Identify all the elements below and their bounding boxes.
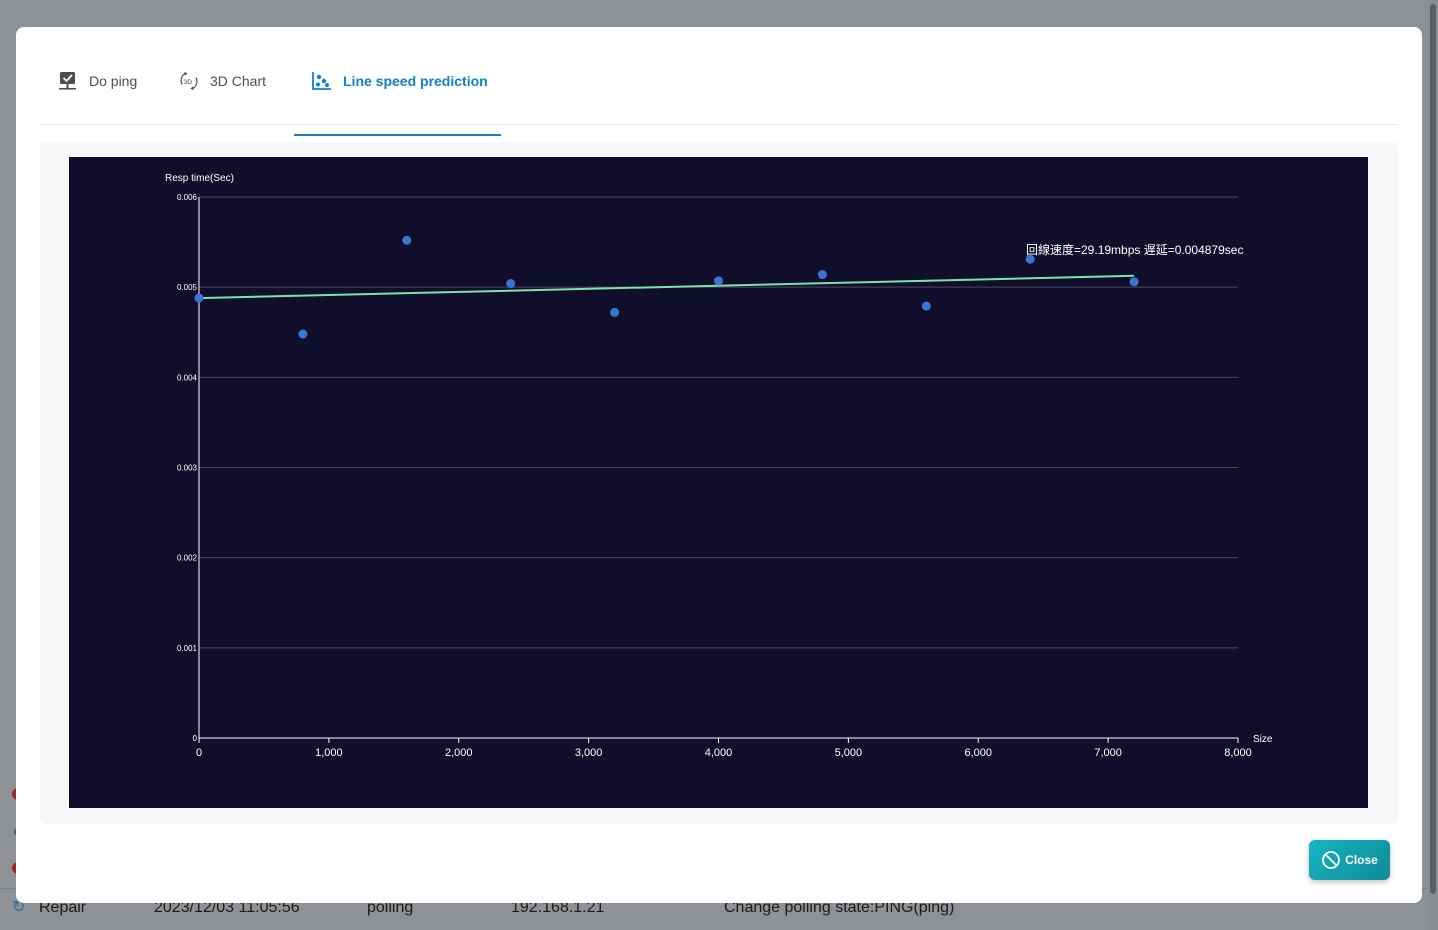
x-tick-label: 4,000 xyxy=(705,747,733,759)
data-point xyxy=(1129,277,1139,287)
ping-monitor-icon xyxy=(57,70,79,92)
y-tick-label: 0.005 xyxy=(177,283,198,292)
tab-bar: Do ping 3D 3D Chart Line speed predictio… xyxy=(40,55,1398,136)
y-tick-label: 0.004 xyxy=(177,373,198,382)
data-point xyxy=(714,276,723,286)
x-axis-label: Size xyxy=(1253,734,1273,745)
tab-label: Line speed prediction xyxy=(343,73,488,89)
y-tick-label: 0.003 xyxy=(177,464,198,473)
tab-3d-chart[interactable]: 3D 3D Chart xyxy=(178,55,266,107)
chart-svg: 0 0.001 0.002 0.003 0.004 0.005 0.006 0 1,000 2,0… xyxy=(165,173,1273,759)
y-tick-label: 0.001 xyxy=(177,644,198,653)
y-axis-label: Resp time(Sec) xyxy=(165,173,234,184)
data-point xyxy=(921,301,931,311)
3d-rotate-icon: 3D xyxy=(178,70,200,92)
line-speed-dialog: Do ping 3D 3D Chart Line speed predictio… xyxy=(16,27,1422,903)
y-tick-label: 0.006 xyxy=(177,193,198,202)
y-tick-label: 0 xyxy=(193,734,198,743)
close-label: Close xyxy=(1345,853,1378,867)
speed-annotation: 回線速度=29.19mbps 遅延=0.004879sec xyxy=(1026,242,1243,257)
data-point xyxy=(402,235,412,245)
data-point xyxy=(610,307,620,317)
x-tick-label: 0 xyxy=(196,747,202,759)
data-point xyxy=(506,279,516,289)
tab-line-speed-prediction[interactable]: Line speed prediction xyxy=(311,55,488,107)
tab-label: 3D Chart xyxy=(210,73,267,89)
tab-label: Do ping xyxy=(89,73,138,89)
data-point xyxy=(194,293,204,303)
x-tick-label: 7,000 xyxy=(1094,747,1122,759)
x-tick-label: 5,000 xyxy=(835,747,863,759)
x-tick-label: 6,000 xyxy=(964,747,992,759)
active-tab-indicator xyxy=(294,134,501,136)
tab-do-ping[interactable]: Do ping xyxy=(57,55,137,107)
chart-panel: 0 0.001 0.002 0.003 0.004 0.005 0.006 0 1,000 2,0… xyxy=(40,142,1398,824)
scatter-chart: 0 0.001 0.002 0.003 0.004 0.005 0.006 0 1,000 2,0… xyxy=(69,157,1368,808)
data-point xyxy=(298,329,308,339)
y-tick-label: 0.002 xyxy=(177,554,198,563)
close-button[interactable]: Close xyxy=(1309,840,1390,880)
data-point xyxy=(817,270,827,280)
x-tick-label: 3,000 xyxy=(575,747,603,759)
x-tick-label: 8,000 xyxy=(1224,747,1252,759)
svg-text:3D: 3D xyxy=(184,79,193,86)
x-tick-label: 2,000 xyxy=(445,747,473,759)
x-tick-label: 1,000 xyxy=(315,747,343,759)
scatter-chart-icon xyxy=(311,70,333,92)
page-scrollbar[interactable] xyxy=(1428,0,1438,930)
prohibit-icon xyxy=(1321,850,1341,870)
